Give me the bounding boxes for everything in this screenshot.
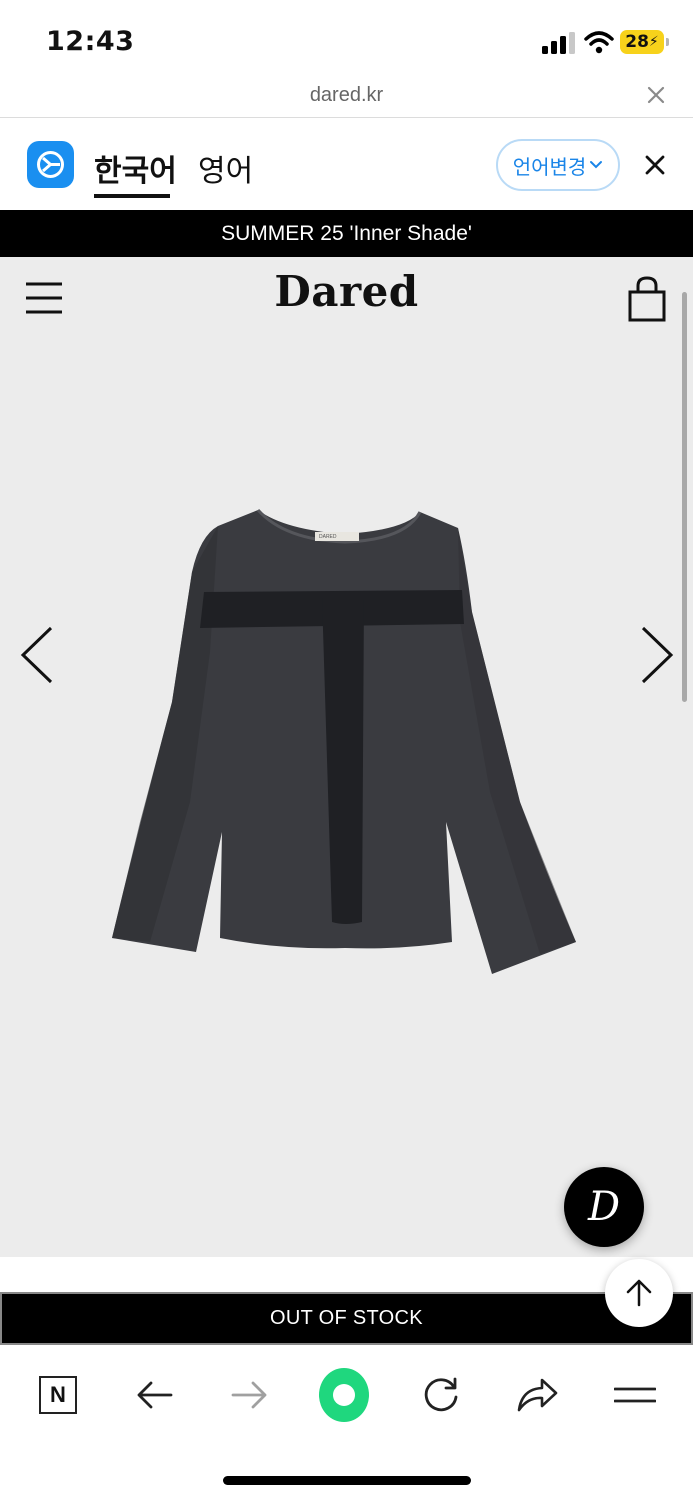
- change-language-button[interactable]: 언어변경: [496, 139, 620, 191]
- forward-icon: [231, 1381, 267, 1409]
- wifi-icon: [584, 31, 614, 54]
- url-bar[interactable]: dared.kr: [0, 76, 693, 118]
- arrow-up-icon: [626, 1279, 652, 1307]
- product-gallery[interactable]: DARED D: [0, 292, 693, 1257]
- home-indicator: [223, 1476, 471, 1485]
- announcement-banner[interactable]: SUMMER 25 'Inner Shade': [0, 210, 693, 257]
- chevron-down-icon: [590, 161, 603, 169]
- papago-icon: [27, 141, 74, 188]
- forward-button[interactable]: [225, 1370, 275, 1420]
- site-header: Dared: [0, 257, 693, 337]
- tab-korean[interactable]: 한국어: [94, 146, 177, 190]
- share-icon: [517, 1378, 558, 1412]
- signal-icon: [542, 32, 575, 54]
- scroll-to-top-button[interactable]: [605, 1259, 673, 1327]
- battery-level: 28: [625, 32, 649, 52]
- out-of-stock-button[interactable]: OUT OF STOCK: [0, 1292, 693, 1345]
- status-time: 12:43: [46, 26, 135, 57]
- naver-home-button[interactable]: N: [33, 1370, 83, 1420]
- content-gap: [0, 1257, 693, 1292]
- share-button[interactable]: [512, 1370, 562, 1420]
- tab-english[interactable]: 영어: [198, 146, 253, 190]
- green-dot-icon: [319, 1368, 369, 1422]
- scrollbar[interactable]: [682, 292, 687, 702]
- active-tab-underline: [94, 194, 170, 198]
- back-icon: [137, 1381, 173, 1409]
- garment-label-text: DARED: [319, 534, 337, 540]
- menu-icon: [614, 1387, 656, 1403]
- shopping-bag-icon[interactable]: [626, 276, 668, 322]
- refresh-button[interactable]: [416, 1370, 466, 1420]
- back-button[interactable]: [129, 1370, 179, 1420]
- translation-bar: 한국어 영어 언어변경: [0, 118, 693, 210]
- browser-toolbar: N: [0, 1345, 693, 1500]
- naver-icon: N: [39, 1376, 77, 1414]
- close-icon[interactable]: [644, 154, 666, 176]
- refresh-icon: [424, 1377, 458, 1412]
- url-text[interactable]: dared.kr: [0, 84, 693, 107]
- site-logo[interactable]: Dared: [0, 267, 693, 316]
- battery-icon: 28 ⚡: [620, 30, 669, 54]
- green-dot-button[interactable]: [319, 1368, 369, 1422]
- chevron-left-icon[interactable]: [18, 625, 58, 685]
- more-menu-button[interactable]: [610, 1370, 660, 1420]
- product-image[interactable]: [100, 502, 590, 982]
- status-bar: 12:43 28 ⚡: [0, 0, 693, 76]
- chevron-right-icon[interactable]: [636, 625, 676, 685]
- brand-chat-badge[interactable]: D: [564, 1167, 644, 1247]
- close-icon[interactable]: [645, 84, 667, 106]
- change-language-label: 언어변경: [512, 154, 587, 179]
